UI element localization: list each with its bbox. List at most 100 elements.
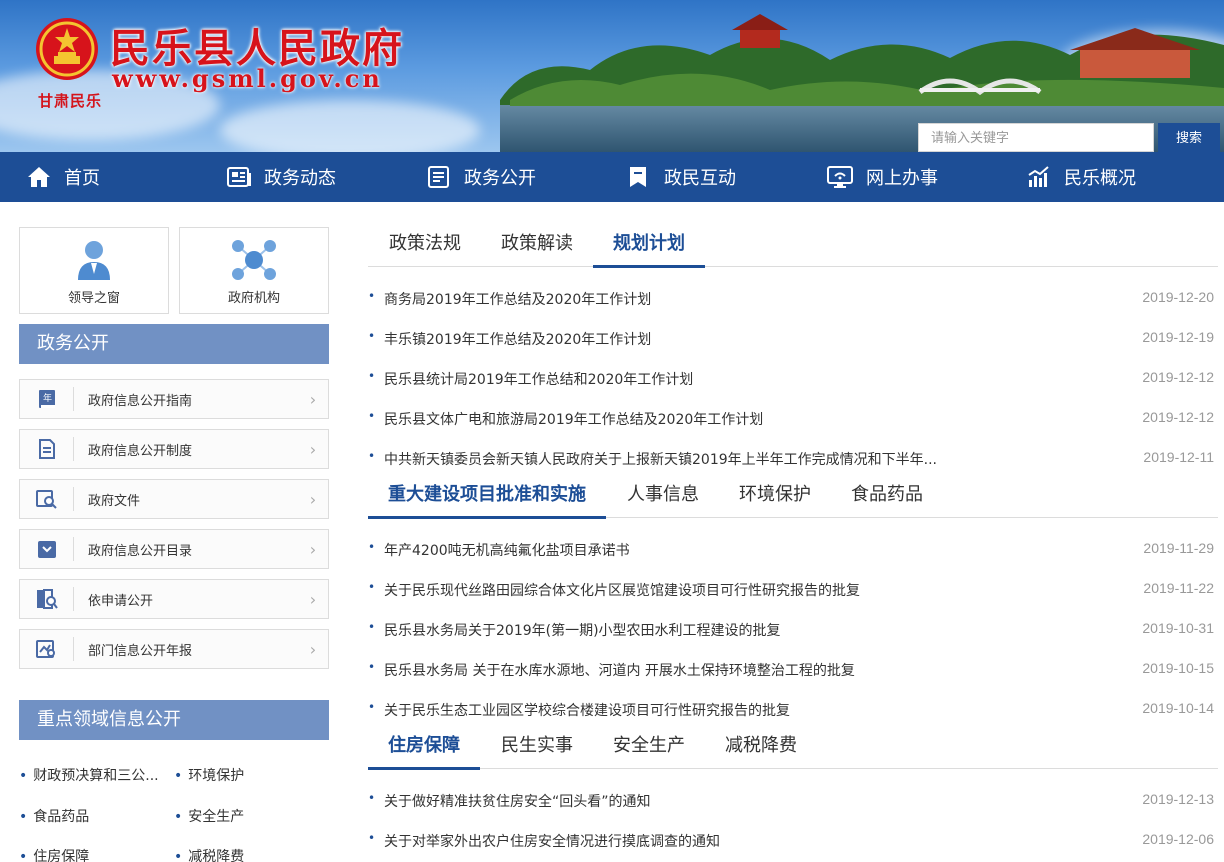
bullet: • (368, 700, 376, 714)
news-date: 2019-11-22 (1143, 580, 1214, 596)
tab-major-projects[interactable]: 重大建设项目批准和实施 (368, 478, 606, 519)
key-area-link[interactable]: 环境保护 (174, 765, 244, 785)
key-area-link[interactable]: 食品药品 (19, 806, 89, 826)
key-area-link[interactable]: 住房保障 (19, 846, 89, 862)
calendar-book-icon: 年 (20, 387, 74, 411)
sidebar-item-label: 部门信息公开年报 (88, 643, 193, 659)
folder-icon (20, 537, 74, 561)
nav-label: 网上办事 (866, 168, 938, 189)
list-item[interactable]: • 中共新天镇委员会新天镇人民政府关于上报新天镇2019年上半年工作完成情况和下半… (368, 447, 1218, 469)
nav-label: 民乐概况 (1064, 168, 1136, 189)
sidebar-item-label: 依申请公开 (88, 593, 154, 609)
tab-environment[interactable]: 环境保护 (739, 478, 811, 518)
bullet: • (368, 660, 376, 674)
news-title[interactable]: 关于民乐生态工业园区学校综合楼建设项目可行性研究报告的批复 (384, 700, 790, 720)
quick-link-agencies[interactable]: 政府机构 (179, 227, 329, 314)
bookmark-icon (630, 167, 646, 187)
list-item[interactable]: • 关于对举家外出农户住房安全情况进行摸底调查的通知 2019-12-06 (368, 829, 1218, 851)
news-title[interactable]: 民乐县水务局 关于在水库水源地、河道内 开展水土保持环境整治工程的批复 (384, 660, 855, 680)
bullet: • (368, 580, 376, 594)
document-icon (20, 437, 74, 461)
report-icon (20, 637, 74, 661)
bullet: • (368, 620, 376, 634)
tab-planning[interactable]: 规划计划 (593, 227, 705, 268)
quick-link-label: 政府机构 (227, 291, 280, 306)
news-title[interactable]: 民乐县文体广电和旅游局2019年工作总结及2020年工作计划 (384, 409, 763, 429)
list-item[interactable]: • 商务局2019年工作总结及2020年工作计划 2019-12-20 (368, 287, 1218, 309)
tab-housing[interactable]: 住房保障 (368, 729, 480, 770)
book-search-icon (20, 587, 74, 611)
person-icon (78, 241, 110, 280)
key-area-link[interactable]: 财政预决算和三公... (19, 765, 158, 785)
bullet: • (368, 289, 376, 303)
bullet: • (368, 449, 376, 463)
sidebar-item-annual-report[interactable]: 部门信息公开年报 › (19, 629, 329, 669)
sidebar-section-title: 重点领域信息公开 (19, 700, 329, 740)
tab-bar: 政策法规 政策解读 规划计划 (368, 227, 1218, 268)
nav-item-news[interactable]: 政务动态 (226, 152, 336, 202)
national-emblem-logo (36, 18, 98, 80)
list-item[interactable]: • 丰乐镇2019年工作总结及2020年工作计划 2019-12-19 (368, 327, 1218, 349)
news-title[interactable]: 年产4200吨无机高纯氟化盐项目承诺书 (384, 540, 630, 560)
news-date: 2019-12-13 (1142, 791, 1214, 807)
tab-tax-cuts[interactable]: 减税降费 (725, 729, 797, 769)
nav-label: 政民互动 (664, 168, 736, 189)
list-item[interactable]: • 关于做好精准扶贫住房安全“回头看”的通知 2019-12-13 (368, 789, 1218, 811)
quick-link-leaders[interactable]: 领导之窗 (19, 227, 169, 314)
sidebar-item-disclosure-guide[interactable]: 年 政府信息公开指南 › (19, 379, 329, 419)
sidebar-item-label: 政府文件 (88, 493, 141, 509)
sidebar-item-label: 政府信息公开目录 (88, 543, 193, 559)
sidebar-item-disclosure-system[interactable]: 政府信息公开制度 › (19, 429, 329, 469)
list-item[interactable]: • 民乐县文体广电和旅游局2019年工作总结及2020年工作计划 2019-12-1… (368, 407, 1218, 429)
search-input[interactable]: 请输入关键字 (918, 123, 1154, 152)
list-item[interactable]: • 民乐县水务局 关于在水库水源地、河道内 开展水土保持环境整治工程的批复 2019… (368, 658, 1218, 680)
key-area-link[interactable]: 安全生产 (174, 806, 244, 826)
nav-label: 首页 (64, 168, 100, 189)
news-title[interactable]: 关于民乐现代丝路田园综合体文化片区展览馆建设项目可行性研究报告的批复 (384, 580, 860, 600)
list-item[interactable]: • 民乐县水务局关于2019年(第一期)小型农田水利工程建设的批复 2019-10-… (368, 618, 1218, 640)
sidebar-item-gov-documents[interactable]: 政府文件 › (19, 479, 329, 519)
news-title[interactable]: 商务局2019年工作总结及2020年工作计划 (384, 289, 651, 309)
news-date: 2019-10-15 (1142, 660, 1214, 676)
news-title[interactable]: 关于做好精准扶贫住房安全“回头看”的通知 (384, 791, 651, 811)
sidebar-item-disclosure-catalog[interactable]: 政府信息公开目录 › (19, 529, 329, 569)
tab-safety[interactable]: 安全生产 (613, 729, 685, 769)
nav-item-online-service[interactable]: 网上办事 (826, 152, 938, 202)
news-title[interactable]: 中共新天镇委员会新天镇人民政府关于上报新天镇2019年上半年工作完成情况和下半年… (384, 449, 937, 469)
news-title[interactable]: 民乐县水务局关于2019年(第一期)小型农田水利工程建设的批复 (384, 620, 781, 640)
news-date: 2019-12-12 (1142, 409, 1214, 425)
key-area-link[interactable]: 减税降费 (174, 846, 244, 862)
list-item[interactable]: • 民乐县统计局2019年工作总结和2020年工作计划 2019-12-12 (368, 367, 1218, 389)
bar-chart-icon (1028, 166, 1049, 187)
chevron-right-icon: › (309, 489, 317, 509)
tab-policy-interpretation[interactable]: 政策解读 (501, 227, 573, 267)
sidebar-item-request-disclosure[interactable]: 依申请公开 › (19, 579, 329, 619)
chevron-right-icon: › (309, 389, 317, 409)
news-date: 2019-12-11 (1143, 449, 1214, 465)
tab-livelihood[interactable]: 民生实事 (501, 729, 573, 769)
tab-bar: 重大建设项目批准和实施 人事信息 环境保护 食品药品 (368, 478, 1218, 519)
quick-link-label: 领导之窗 (67, 291, 120, 306)
nav-item-overview[interactable]: 民乐概况 (1026, 152, 1136, 202)
chevron-right-icon: › (309, 439, 317, 459)
nav-item-home[interactable]: 首页 (26, 152, 100, 202)
tab-food-drugs[interactable]: 食品药品 (851, 478, 923, 518)
nav-item-disclosure[interactable]: 政务公开 (426, 152, 536, 202)
news-title[interactable]: 关于对举家外出农户住房安全情况进行摸底调查的通知 (384, 831, 720, 851)
tab-policy-regulations[interactable]: 政策法规 (389, 227, 461, 267)
bullet: • (368, 540, 376, 554)
news-date: 2019-12-06 (1142, 831, 1214, 847)
list-item[interactable]: • 关于民乐现代丝路田园综合体文化片区展览馆建设项目可行性研究报告的批复 2019-… (368, 578, 1218, 600)
list-item[interactable]: • 年产4200吨无机高纯氟化盐项目承诺书 2019-11-29 (368, 538, 1218, 560)
news-title[interactable]: 民乐县统计局2019年工作总结和2020年工作计划 (384, 369, 693, 389)
search-button[interactable]: 搜索 (1158, 123, 1220, 152)
bullet: • (368, 329, 376, 343)
news-date: 2019-12-20 (1142, 289, 1214, 305)
sidebar-section-title: 政务公开 (19, 324, 329, 364)
news-title[interactable]: 丰乐镇2019年工作总结及2020年工作计划 (384, 329, 651, 349)
bullet: • (368, 409, 376, 423)
chevron-right-icon: › (309, 589, 317, 609)
tab-personnel[interactable]: 人事信息 (627, 478, 699, 518)
list-item[interactable]: • 关于民乐生态工业园区学校综合楼建设项目可行性研究报告的批复 2019-10-14 (368, 698, 1218, 720)
nav-item-interaction[interactable]: 政民互动 (626, 152, 736, 202)
